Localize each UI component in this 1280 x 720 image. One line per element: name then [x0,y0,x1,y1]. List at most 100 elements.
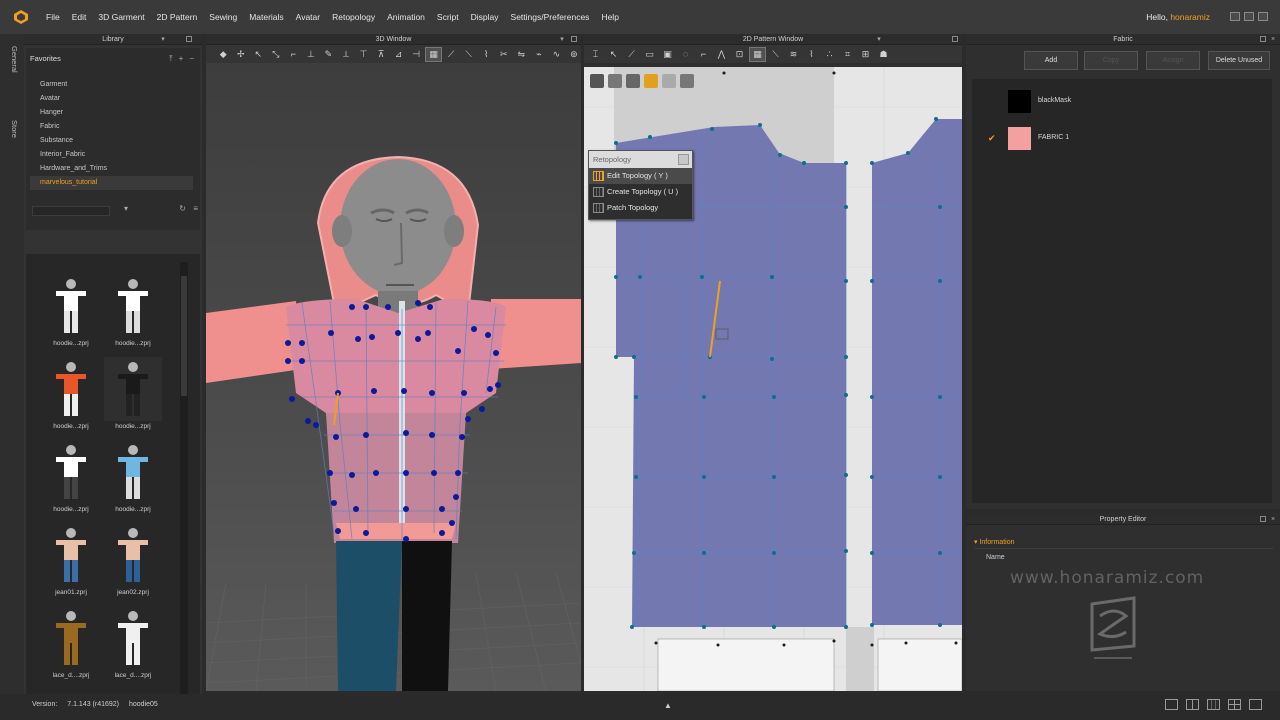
fabric-item[interactable]: blackMask [972,83,1272,119]
app-logo[interactable] [12,8,30,26]
retopology-popup-header[interactable]: Retopology [589,151,692,168]
edit-topology-icon[interactable]: ▦ [425,46,442,62]
menu-settings-preferences[interactable]: Settings/Preferences [505,0,596,34]
menu-materials[interactable]: Materials [243,0,289,34]
free-sewing-icon[interactable]: ⌇ [804,48,819,61]
edit-curve-icon[interactable]: ⟋ [624,48,639,61]
edit-topology-menu-item[interactable]: Edit Topology ( Y ) [589,168,692,184]
layout-single-icon[interactable] [1165,699,1178,710]
menu-retopology[interactable]: Retopology [326,0,381,34]
layout-three-icon[interactable] [1207,699,1220,710]
transform-pattern-icon[interactable]: ⌶ [588,48,603,61]
3d-window-dropdown-icon[interactable]: ▾ [559,34,565,43]
close-button[interactable] [1258,12,1268,21]
favorites-item[interactable]: marvelous_tutorial [30,176,193,190]
patch-topology-menu-item[interactable]: Patch Topology [589,200,692,216]
menu-sewing[interactable]: Sewing [203,0,243,34]
menu-3d-garment[interactable]: 3D Garment [92,0,150,34]
refresh-icon[interactable]: ↻ [179,204,186,213]
menu-animation[interactable]: Animation [381,0,431,34]
remove-icon[interactable]: − [189,54,194,64]
layout-quad-icon[interactable] [1228,699,1241,710]
favorites-item[interactable]: Hanger [30,106,193,120]
favorites-item[interactable]: Hardware_and_Trims [30,162,193,176]
3d-scene[interactable] [206,63,581,691]
move-icon[interactable]: ✢ [234,48,249,61]
layout-split-icon[interactable] [1186,699,1199,710]
library-scrollbar[interactable] [180,262,188,712]
ruler-icon[interactable]: ⊤ [356,48,371,61]
check-sewing-icon[interactable]: ∴ [822,48,837,61]
button-icon[interactable]: ☗ [876,48,891,61]
2d-texture-icon[interactable] [626,74,640,88]
select-mesh-icon[interactable]: ↖ [251,48,266,61]
create-topology-menu-item[interactable]: Create Topology ( U ) [589,184,692,200]
favorites-item[interactable]: Fabric [30,120,193,134]
fabric-add-button[interactable]: Add [1024,51,1078,70]
library-item[interactable]: hoodie...zprj [104,274,162,347]
library-search-input[interactable] [32,206,110,216]
ellipse-icon[interactable]: ◌ [678,48,693,61]
pin-icon[interactable]: ⊥ [304,48,319,61]
style-line-icon[interactable]: ⊿ [391,48,406,61]
property-editor-float-icon[interactable] [1260,516,1266,522]
create-topology-icon[interactable]: ⟋ [444,48,459,61]
edit-texture-icon[interactable]: ⌗ [840,48,855,61]
library-item[interactable]: jean01.zprj [42,523,100,596]
fold-icon[interactable]: ⌐ [286,48,301,61]
2d-sewing-display-icon[interactable] [662,74,676,88]
2d-fabric-icon[interactable] [644,74,658,88]
menu-2d-pattern[interactable]: 2D Pattern [151,0,204,34]
brush-icon[interactable]: ⌁ [532,48,547,61]
smooth-icon[interactable]: ∿ [549,48,564,61]
menu-help[interactable]: Help [595,0,624,34]
menu-edit[interactable]: Edit [66,0,93,34]
select-icon[interactable]: ◆ [216,48,231,61]
property-editor-close-icon[interactable]: × [1270,514,1276,523]
side-tab-general[interactable]: General [5,46,19,73]
rectangle-icon[interactable]: ▭ [642,48,657,61]
library-item[interactable]: lace_d....zprj [104,606,162,679]
library-item[interactable]: hoodie...zprj [42,357,100,430]
maximize-button[interactable] [1244,12,1254,21]
2d-pattern-display-icon[interactable] [608,74,622,88]
polygon-icon[interactable]: ▣ [660,48,675,61]
library-item[interactable]: lace_d....zprj [42,606,100,679]
layout-custom-icon[interactable] [1249,699,1262,710]
seam-icon[interactable]: ⊣ [409,48,424,61]
add-icon[interactable]: + [179,54,184,64]
2d-export-icon[interactable] [680,74,694,88]
list-view-icon[interactable]: ≡ [193,204,198,213]
scrollbar-thumb[interactable] [181,276,187,396]
favorites-item[interactable]: Avatar [30,92,193,106]
side-tab-store[interactable]: Store [5,120,19,138]
internal-line-icon[interactable]: ⌐ [696,48,711,61]
menu-script[interactable]: Script [431,0,465,34]
menu-file[interactable]: File [40,0,66,34]
library-dropdown-icon[interactable]: ▾ [160,34,166,43]
delete-unused-button[interactable]: Delete Unused [1208,51,1270,70]
edit-pattern-icon[interactable]: ↖ [606,48,621,61]
2d-display-icon[interactable] [590,74,604,88]
retopo-line-icon[interactable]: ⟍ [461,48,476,61]
menu-display[interactable]: Display [465,0,505,34]
favorites-item[interactable]: Substance [30,134,193,148]
graphic-icon[interactable]: ⊞ [858,48,873,61]
2d-topology-line-icon[interactable]: ⟍ [768,48,783,61]
expand-up-icon[interactable]: ▲ [664,701,672,710]
search-dropdown-icon[interactable]: ▾ [124,204,128,213]
minimize-button[interactable] [1230,12,1240,21]
arrange-icon[interactable]: ⊼ [374,48,389,61]
library-item[interactable]: hoodie...zprj [42,274,100,347]
fabric-assign-button[interactable]: Assign [1146,51,1200,70]
3d-window-float-icon[interactable] [571,36,577,42]
library-item[interactable]: hoodie...zprj [104,440,162,513]
upload-icon[interactable]: ⤒ [169,54,173,64]
transform-icon[interactable]: ⤡ [269,48,284,61]
mirror-icon[interactable]: ⇋ [514,48,529,61]
2d-window-dropdown-icon[interactable]: ▾ [876,34,882,43]
trace-icon[interactable]: ⊡ [732,48,747,61]
dart-icon[interactable]: ⋀ [714,48,729,61]
2d-edit-topology-icon[interactable]: ▦ [749,46,766,62]
segment-sewing-icon[interactable]: ≋ [786,48,801,61]
